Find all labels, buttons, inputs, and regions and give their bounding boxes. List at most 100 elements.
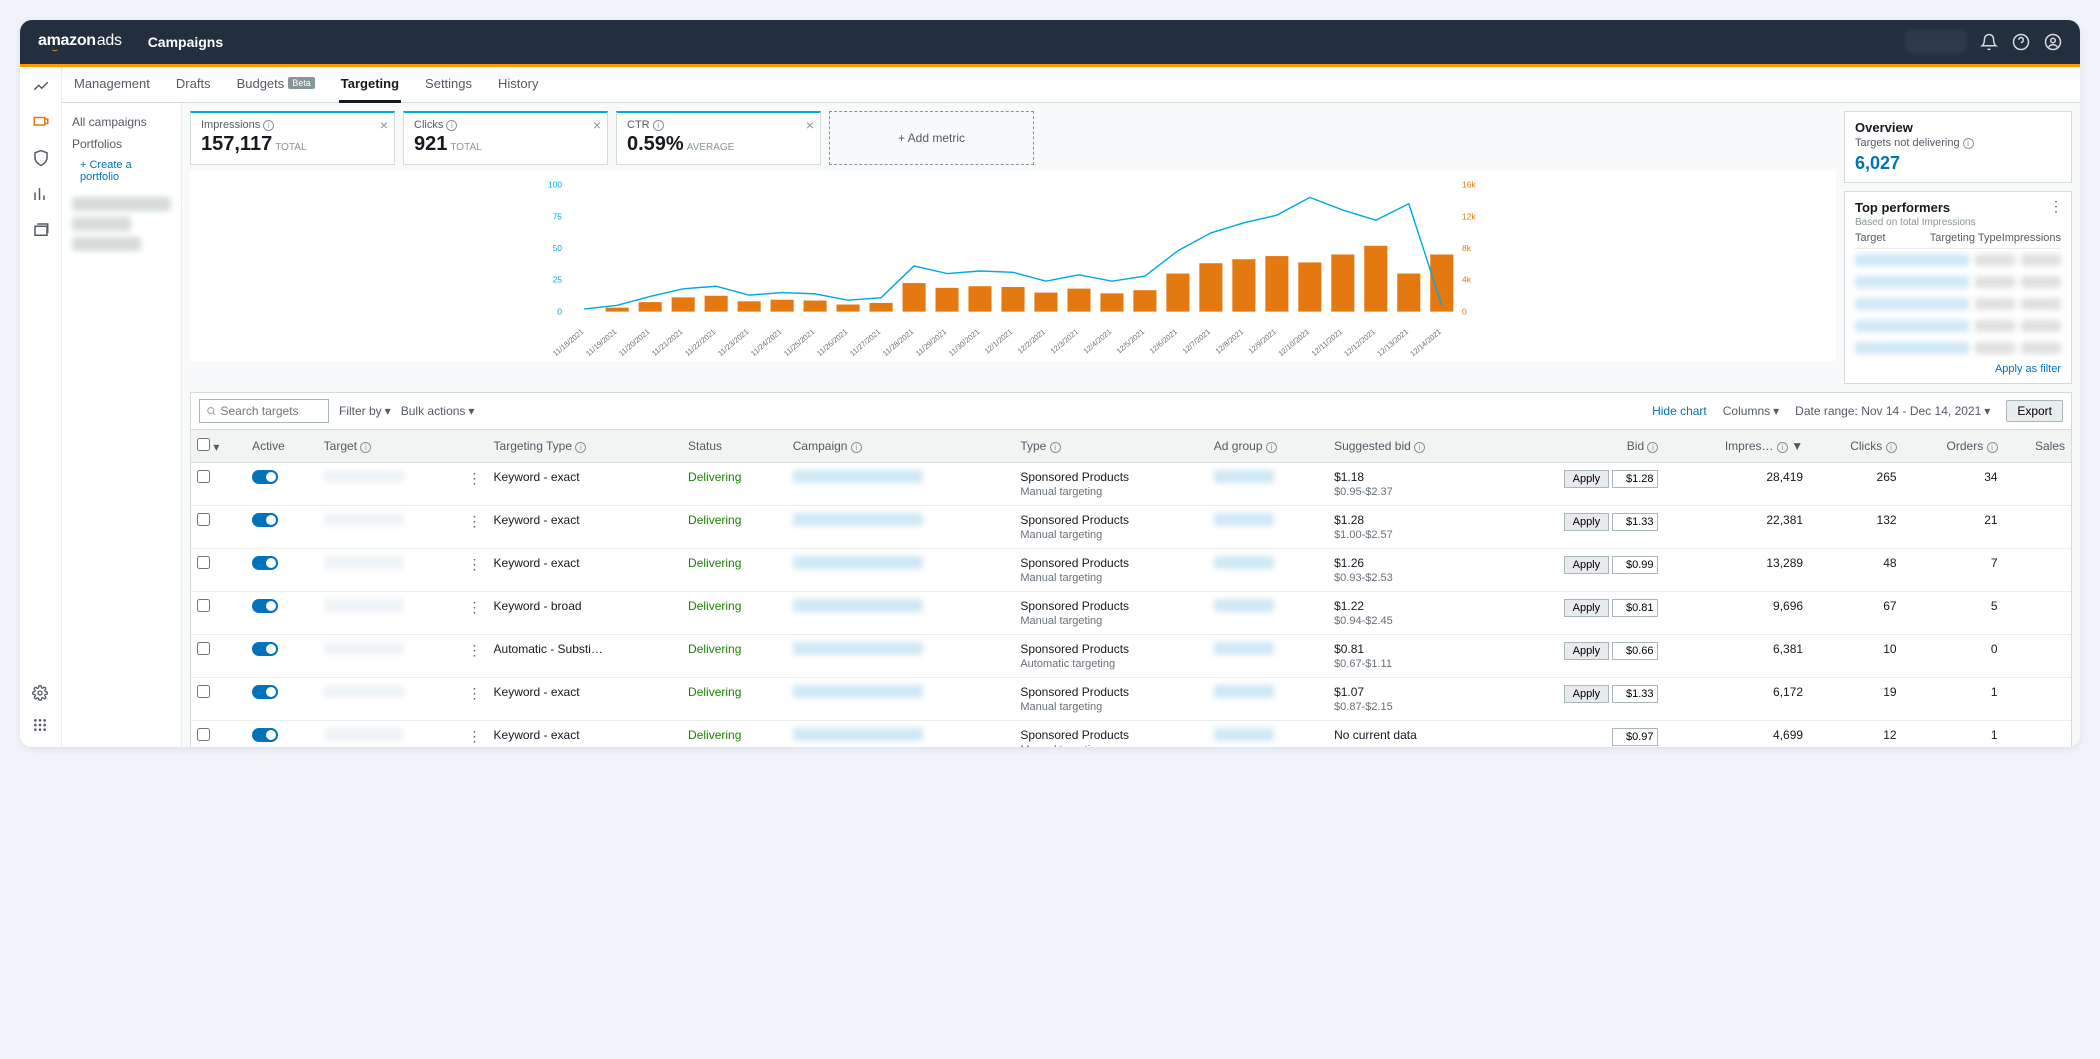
info-icon[interactable]: i [575,442,586,453]
col-Status[interactable]: Status [682,430,787,463]
info-icon[interactable]: i [1886,442,1897,453]
active-toggle[interactable] [252,728,278,742]
shield-icon[interactable] [32,149,50,167]
help-icon[interactable] [2012,33,2030,51]
col-Campaign[interactable]: Campaign i [787,430,1015,463]
row-checkbox[interactable] [197,556,210,569]
bid-input[interactable] [1612,599,1658,617]
tab-drafts[interactable]: Drafts [174,67,213,103]
col-Targeting Type[interactable]: Targeting Type i [488,430,683,463]
row-checkbox[interactable] [197,685,210,698]
user-icon[interactable] [2044,33,2062,51]
redacted-target[interactable] [324,599,404,612]
bulk-actions-dropdown[interactable]: Bulk actions ▾ [401,404,475,418]
info-icon[interactable]: i [1414,442,1425,453]
redacted-target[interactable] [324,728,404,741]
kebab-icon[interactable]: ⋮ [468,642,482,659]
apply-button[interactable]: Apply [1564,470,1610,488]
date-range-dropdown[interactable]: Date range: Nov 14 - Dec 14, 2021 ▾ [1795,404,1990,418]
sidebar-portfolios[interactable]: Portfolios [72,133,171,155]
col-Suggested bid[interactable]: Suggested bid i [1328,430,1493,463]
col-Active[interactable]: Active [246,430,318,463]
info-icon[interactable]: i [263,120,274,131]
export-button[interactable]: Export [2006,400,2063,422]
bell-icon[interactable] [1980,33,1998,51]
apply-as-filter-link[interactable]: Apply as filter [1855,359,2061,375]
active-toggle[interactable] [252,599,278,613]
redacted-campaign[interactable] [793,685,923,698]
col-Type[interactable]: Type i [1014,430,1207,463]
metric-card-impressions[interactable]: × Impressions i 157,117TOTAL [190,111,395,165]
row-checkbox[interactable] [197,470,210,483]
active-toggle[interactable] [252,556,278,570]
redacted-campaign[interactable] [793,642,923,655]
search-input[interactable] [221,404,323,418]
tab-targeting[interactable]: Targeting [339,67,401,103]
redacted-campaign[interactable] [793,556,923,569]
select-all-checkbox[interactable] [197,438,210,451]
bid-input[interactable] [1612,513,1658,531]
info-icon[interactable]: i [1987,442,1998,453]
redacted-target[interactable] [324,513,404,526]
tab-settings[interactable]: Settings [423,67,474,103]
kebab-icon[interactable]: ⋮ [468,556,482,573]
tp-row[interactable] [1855,271,2061,293]
active-toggle[interactable] [252,513,278,527]
filter-by-dropdown[interactable]: Filter by ▾ [339,404,391,418]
active-toggle[interactable] [252,470,278,484]
redacted-adgroup[interactable] [1214,642,1274,655]
close-icon[interactable]: × [593,117,601,133]
redacted-adgroup[interactable] [1214,470,1274,483]
col-Impres…[interactable]: Impres… i ▼ [1664,430,1809,463]
row-checkbox[interactable] [197,513,210,526]
apply-button[interactable]: Apply [1564,599,1610,617]
info-icon[interactable]: i [446,120,457,131]
info-icon[interactable]: i [653,120,664,131]
bid-input[interactable] [1612,685,1658,703]
info-icon[interactable]: i [360,442,371,453]
apply-button[interactable]: Apply [1564,513,1610,531]
info-icon[interactable]: i [1777,442,1788,453]
col-Target[interactable]: Target i [318,430,488,463]
info-icon[interactable]: i [851,442,862,453]
bid-input[interactable] [1612,728,1658,746]
library-icon[interactable] [32,221,50,239]
kebab-icon[interactable]: ⋮ [468,728,482,745]
grid-icon[interactable] [32,717,50,735]
bars-icon[interactable] [32,185,50,203]
gear-icon[interactable] [32,685,50,703]
kebab-icon[interactable]: ⋮ [468,513,482,530]
close-icon[interactable]: × [806,117,814,133]
redacted-campaign[interactable] [793,728,923,741]
kebab-icon[interactable]: ⋮ [468,599,482,616]
tp-row[interactable] [1855,337,2061,359]
overview-value[interactable]: 6,027 [1855,153,2061,174]
info-icon[interactable]: i [1963,138,1974,149]
search-input-wrap[interactable] [199,399,329,423]
sidebar-all-campaigns[interactable]: All campaigns [72,111,171,133]
tab-management[interactable]: Management [72,67,152,103]
info-icon[interactable]: i [1050,442,1061,453]
redacted-campaign[interactable] [793,470,923,483]
sidebar-create-portfolio[interactable]: + Create a portfolio [72,155,171,191]
active-toggle[interactable] [252,685,278,699]
metric-card-ctr[interactable]: × CTR i 0.59%AVERAGE [616,111,821,165]
campaigns-icon[interactable] [32,113,50,131]
active-toggle[interactable] [252,642,278,656]
tp-row[interactable] [1855,315,2061,337]
trend-icon[interactable] [32,77,50,95]
redacted-target[interactable] [324,642,404,655]
redacted-adgroup[interactable] [1214,685,1274,698]
col-Clicks[interactable]: Clicks i [1809,430,1902,463]
kebab-icon[interactable]: ⋮ [2049,198,2063,215]
logo[interactable]: amazonads ⌣ [38,32,122,52]
col-checkbox[interactable]: ▾ [191,430,246,463]
col-Orders[interactable]: Orders i [1903,430,2004,463]
col-Sales[interactable]: Sales [2004,430,2071,463]
hide-chart-link[interactable]: Hide chart [1652,404,1707,418]
kebab-icon[interactable]: ⋮ [468,685,482,702]
kebab-icon[interactable]: ⋮ [468,470,482,487]
redacted-adgroup[interactable] [1214,599,1274,612]
info-icon[interactable]: i [1266,442,1277,453]
col-Bid[interactable]: Bid i [1493,430,1664,463]
